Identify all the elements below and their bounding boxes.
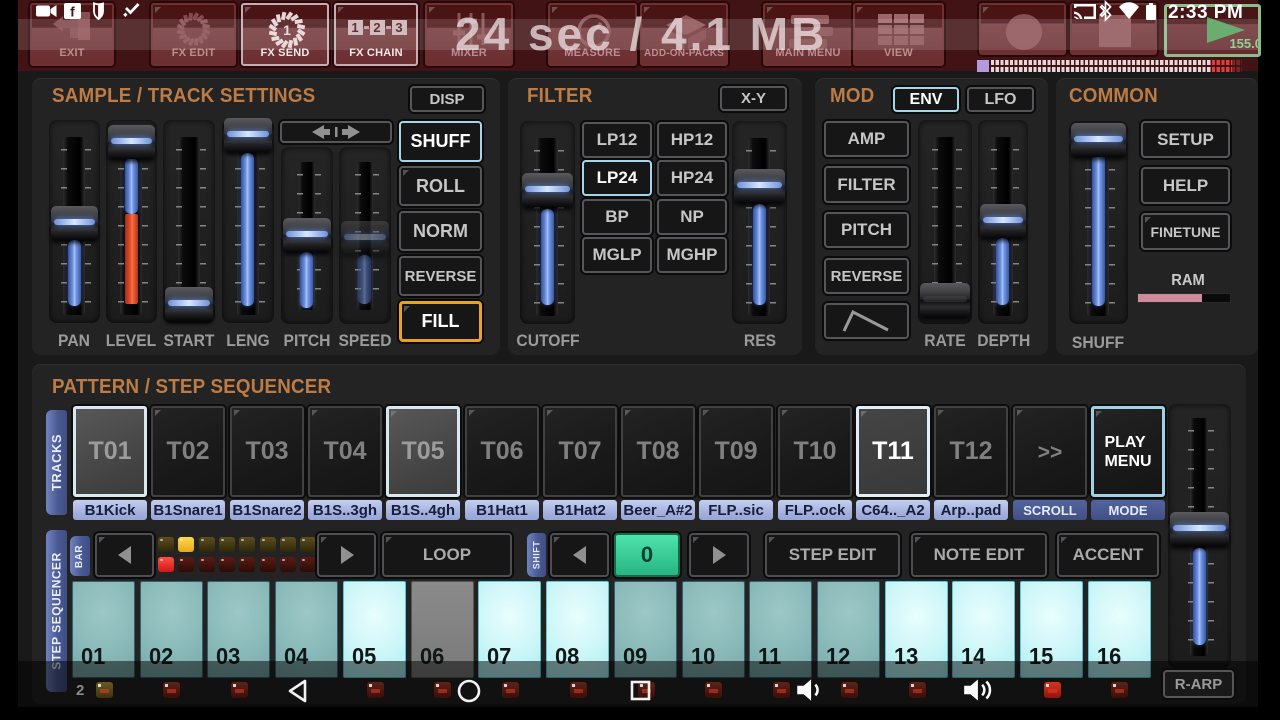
svg-text:f: f	[70, 4, 75, 20]
